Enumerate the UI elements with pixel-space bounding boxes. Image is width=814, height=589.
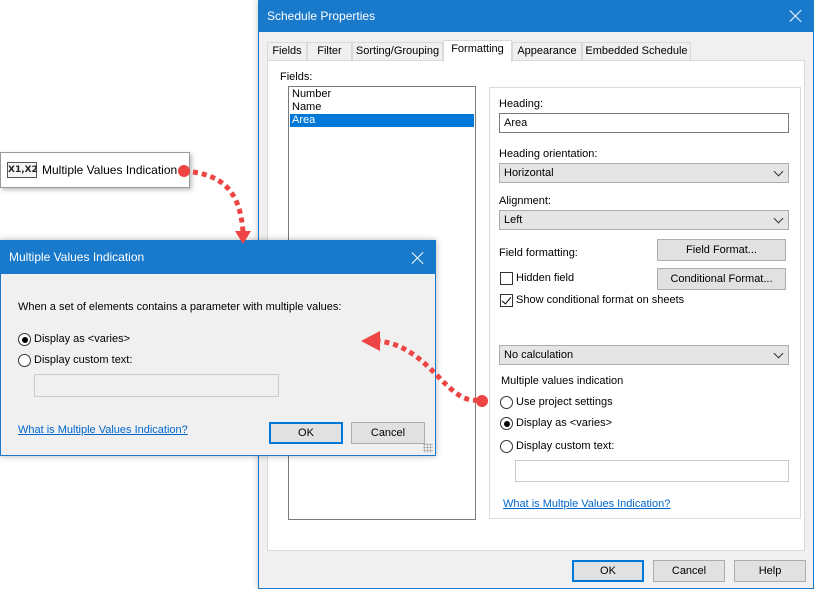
heading-orientation-label: Heading orientation: (499, 148, 598, 160)
field-formatting-label: Field formatting: (499, 247, 578, 259)
show-conditional-format-checkbox[interactable] (500, 294, 513, 307)
multiple-values-icon: X1,X2 (7, 162, 38, 178)
display-as-varies-label: Display as <varies> (34, 333, 130, 345)
multiple-values-ribbon-button[interactable]: X1,X2 Multiple Values Indication (0, 152, 190, 188)
ok-button[interactable]: OK (572, 560, 644, 582)
mvi-dialog: Multiple Values Indication When a set of… (0, 240, 436, 456)
conditional-format-button[interactable]: Conditional Format... (657, 268, 786, 290)
calculation-value: No calculation (504, 349, 574, 361)
ribbon-button-label: Multiple Values Indication (42, 163, 178, 177)
close-icon[interactable] (789, 9, 803, 23)
hidden-field-checkbox[interactable] (500, 272, 513, 285)
formatting-group: Heading: Area Heading orientation: Horiz… (489, 87, 801, 519)
heading-orientation-select[interactable]: Horizontal (499, 163, 789, 183)
list-item-selected[interactable]: Area (290, 114, 474, 127)
use-project-settings-label: Use project settings (516, 396, 613, 408)
tab-filter[interactable]: Filter (307, 42, 352, 61)
alignment-label: Alignment: (499, 195, 551, 207)
list-item[interactable]: Name (290, 101, 474, 114)
heading-input[interactable]: Area (499, 113, 789, 133)
help-link[interactable]: What is Multiple Values Indication? (18, 424, 188, 436)
display-custom-text-radio[interactable] (500, 440, 513, 453)
resize-grip-icon[interactable] (423, 443, 433, 453)
cancel-button[interactable]: Cancel (653, 560, 725, 582)
display-custom-text-label: Display custom text: (516, 440, 615, 452)
field-format-button[interactable]: Field Format... (657, 239, 786, 261)
tab-appearance[interactable]: Appearance (512, 42, 582, 61)
ok-button[interactable]: OK (269, 422, 343, 444)
display-custom-text-radio[interactable] (18, 354, 31, 367)
use-project-settings-radio[interactable] (500, 396, 513, 409)
mvi-description: When a set of elements contains a parame… (18, 301, 342, 313)
fields-label: Fields: (280, 71, 313, 83)
mvi-dialog-title: Multiple Values Indication (1, 241, 435, 274)
alignment-select[interactable]: Left (499, 210, 789, 230)
mvi-group-label: Multiple values indication (501, 375, 624, 387)
list-item[interactable]: Number (290, 88, 474, 101)
tab-fields[interactable]: Fields (267, 42, 307, 61)
chevron-down-icon (773, 348, 784, 359)
heading-orientation-value: Horizontal (504, 167, 554, 179)
chevron-down-icon (773, 213, 784, 224)
close-icon[interactable] (411, 251, 425, 265)
calculation-select[interactable]: No calculation (499, 345, 789, 365)
display-custom-text-label: Display custom text: (34, 354, 133, 366)
custom-text-input[interactable] (34, 374, 279, 397)
custom-text-input[interactable] (515, 460, 789, 482)
help-button[interactable]: Help (734, 560, 806, 582)
chevron-down-icon (773, 166, 784, 177)
show-conditional-format-label: Show conditional format on sheets (516, 294, 685, 306)
display-as-varies-radio[interactable] (18, 333, 31, 346)
dotted-arrow-line (183, 168, 246, 233)
help-link[interactable]: What is Multple Values Indication? (503, 498, 670, 510)
alignment-value: Left (504, 214, 523, 226)
tab-sorting-grouping[interactable]: Sorting/Grouping (352, 42, 443, 61)
cancel-button[interactable]: Cancel (351, 422, 425, 444)
display-as-varies-label: Display as <varies> (516, 417, 612, 429)
tab-embedded-schedule[interactable]: Embedded Schedule (582, 42, 691, 61)
hidden-field-label: Hidden field (516, 272, 575, 284)
display-as-varies-radio[interactable] (500, 417, 513, 430)
heading-label: Heading: (499, 98, 544, 110)
tab-formatting[interactable]: Formatting (443, 40, 512, 62)
schedule-properties-title: Schedule Properties (259, 1, 813, 32)
